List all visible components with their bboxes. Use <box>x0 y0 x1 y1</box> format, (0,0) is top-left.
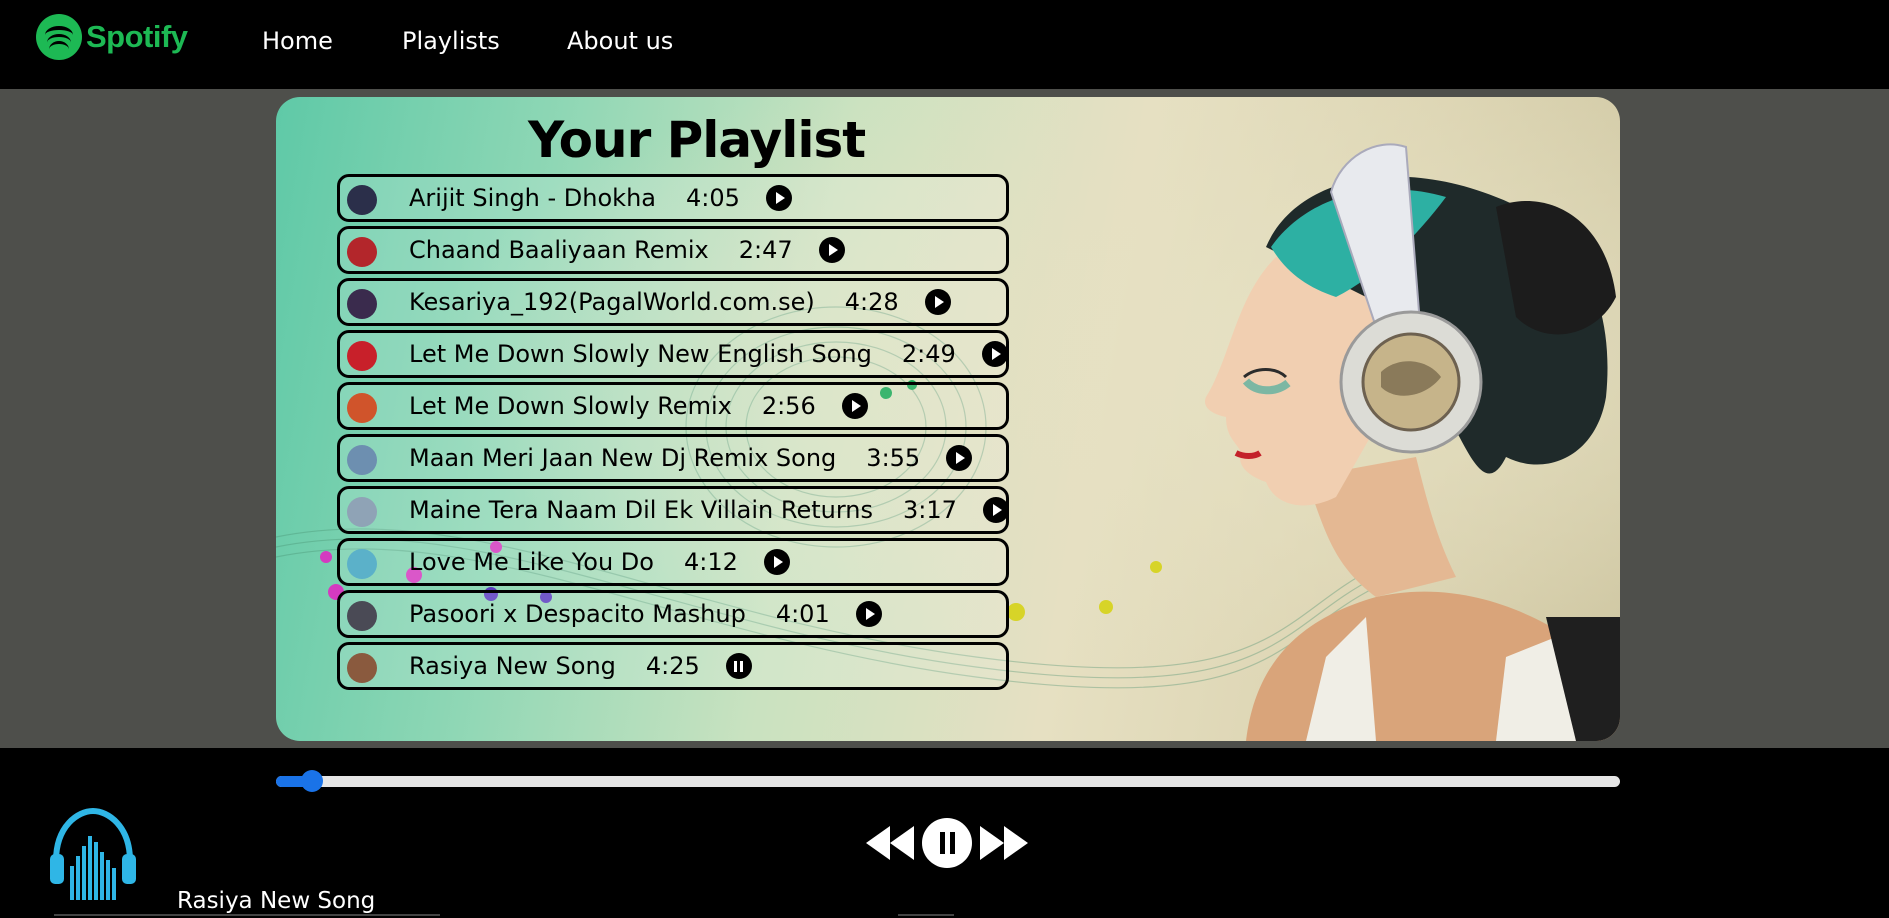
seek-handle[interactable] <box>301 770 324 792</box>
play-icon[interactable] <box>841 393 868 419</box>
track-row[interactable]: Let Me Down Slowly New English Song 2:49 <box>337 330 1009 378</box>
track-cover <box>347 601 377 631</box>
next-icon[interactable] <box>978 826 1028 860</box>
track-title: Let Me Down Slowly New English Song <box>409 340 872 368</box>
track-title: Pasoori x Despacito Mashup <box>409 600 746 628</box>
track-title: Chaand Baaliyaan Remix <box>409 236 709 264</box>
track-row[interactable]: Let Me Down Slowly Remix 2:56 <box>337 382 1009 430</box>
track-list: Arijit Singh - Dhokha 4:05 Chaand Baaliy… <box>337 174 1009 694</box>
track-cover <box>347 549 377 579</box>
play-icon[interactable] <box>765 185 792 211</box>
track-duration: 2:47 <box>738 236 793 264</box>
track-row[interactable]: Love Me Like You Do 4:12 <box>337 538 1009 586</box>
track-row[interactable]: Arijit Singh - Dhokha 4:05 <box>337 174 1009 222</box>
track-cover <box>347 237 377 267</box>
play-icon[interactable] <box>763 549 790 575</box>
play-icon[interactable] <box>855 601 882 627</box>
pause-button[interactable] <box>922 818 972 868</box>
top-navbar: Spotify Home Playlists About us <box>0 0 1889 89</box>
play-icon[interactable] <box>924 289 951 315</box>
track-title: Love Me Like You Do <box>409 548 654 576</box>
divider <box>898 914 954 916</box>
track-row[interactable]: Chaand Baaliyaan Remix 2:47 <box>337 226 1009 274</box>
track-duration: 2:56 <box>761 392 816 420</box>
track-duration: 4:05 <box>686 184 740 212</box>
track-duration: 4:28 <box>844 288 899 316</box>
track-title: Kesariya_192(PagalWorld.com.se) <box>409 288 815 316</box>
track-duration: 4:01 <box>775 600 830 628</box>
track-row[interactable]: Maine Tera Naam Dil Ek Villain Returns 3… <box>337 486 1009 534</box>
track-cover <box>347 341 377 371</box>
play-icon[interactable] <box>818 237 845 263</box>
track-duration: 3:17 <box>903 496 957 524</box>
playlist-card: Your Playlist Arijit Singh - Dhokha 4:05… <box>276 97 1620 741</box>
track-cover <box>347 289 377 319</box>
divider <box>54 914 440 916</box>
track-cover <box>347 393 377 423</box>
track-title: Rasiya New Song <box>409 652 616 680</box>
nav-link-playlists[interactable]: Playlists <box>402 27 500 55</box>
play-icon[interactable] <box>982 497 1009 523</box>
track-title: Arijit Singh - Dhokha <box>409 184 656 212</box>
playlist-title: Your Playlist <box>528 111 866 169</box>
track-duration: 4:25 <box>645 652 700 680</box>
spotify-logo-icon <box>36 14 82 60</box>
pause-icon <box>939 832 955 854</box>
track-cover <box>347 185 377 215</box>
seek-bar[interactable] <box>276 770 1620 792</box>
track-duration: 3:55 <box>866 444 921 472</box>
nav-link-home[interactable]: Home <box>262 27 333 55</box>
track-duration: 4:12 <box>683 548 738 576</box>
track-row[interactable]: Kesariya_192(PagalWorld.com.se) 4:28 <box>337 278 1009 326</box>
play-icon[interactable] <box>981 341 1008 367</box>
track-cover <box>347 497 377 527</box>
previous-icon[interactable] <box>866 826 916 860</box>
track-cover <box>347 445 377 475</box>
track-title: Maine Tera Naam Dil Ek Villain Returns <box>409 496 874 524</box>
track-cover <box>347 653 377 683</box>
woman-headphones-illustration <box>1205 143 1620 741</box>
playback-controls <box>866 818 1028 868</box>
spotify-logo[interactable]: Spotify <box>36 14 188 60</box>
headphones-equalizer-icon <box>50 807 136 900</box>
player-bar: Rasiya New Song <box>0 748 1889 918</box>
play-icon[interactable] <box>946 445 973 471</box>
track-row[interactable]: Maan Meri Jaan New Dj Remix Song 3:55 <box>337 434 1009 482</box>
track-row[interactable]: Rasiya New Song 4:25 <box>337 642 1009 690</box>
track-duration: 2:49 <box>901 340 956 368</box>
track-title: Maan Meri Jaan New Dj Remix Song <box>409 444 837 472</box>
spotify-logo-text: Spotify <box>86 19 188 54</box>
track-title: Let Me Down Slowly Remix <box>409 392 732 420</box>
pause-icon[interactable] <box>725 653 752 679</box>
now-playing-title: Rasiya New Song <box>177 888 376 914</box>
nav-link-about-us[interactable]: About us <box>567 27 673 55</box>
track-row[interactable]: Pasoori x Despacito Mashup 4:01 <box>337 590 1009 638</box>
